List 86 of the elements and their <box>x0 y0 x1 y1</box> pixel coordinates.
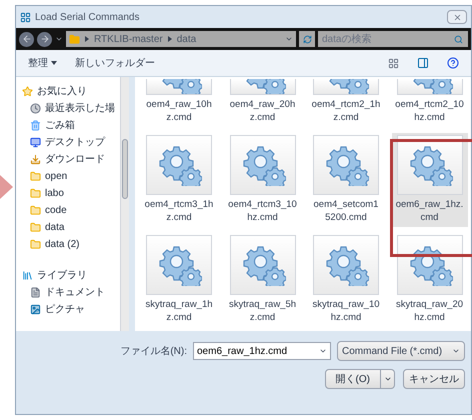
star-icon <box>22 86 33 97</box>
trash-icon <box>30 120 41 131</box>
sidebar-item[interactable]: code <box>16 202 120 219</box>
file-name: oem4_rtcm3_10hz.cmd <box>228 198 298 224</box>
view-icon[interactable] <box>388 58 399 68</box>
scrollbar[interactable] <box>120 77 129 331</box>
sidebar-item[interactable]: labo <box>16 185 120 202</box>
file-name: skytraq_raw_1hz.cmd <box>144 298 214 324</box>
download-icon <box>30 154 41 165</box>
file-item[interactable]: oem4_raw_10hz.cmd <box>141 77 217 127</box>
search-field[interactable]: dataの検索 <box>318 31 454 47</box>
file-name: skytraq_raw_20hz.cmd <box>394 298 464 324</box>
caret-icon <box>51 61 57 65</box>
file-name: oem4_setcom15200.cmd <box>312 198 380 224</box>
sidebar-item[interactable]: お気に入り <box>16 83 120 100</box>
folder-icon <box>30 239 41 250</box>
filetype-dropdown[interactable]: Command File (*.cmd) <box>337 341 465 361</box>
file-item[interactable]: skytraq_raw_20hz.cmd <box>392 233 468 327</box>
folder-icon <box>30 222 41 233</box>
open-options-button[interactable] <box>381 369 395 389</box>
monitor-icon <box>30 137 41 148</box>
sidebar-item[interactable]: data (2) <box>16 236 120 253</box>
back-button[interactable] <box>19 32 34 46</box>
file-name: oem4_rtcm3_1hz.cmd <box>144 198 214 224</box>
file-name: oem6_raw_1hz.cmd <box>394 198 464 224</box>
search-icon <box>454 34 463 44</box>
window-title: Load Serial Commands <box>35 10 140 24</box>
file-item[interactable]: skytraq_raw_5hz.cmd <box>224 233 300 327</box>
back-arrow-icon <box>22 34 32 44</box>
document-icon <box>30 287 41 298</box>
file-item[interactable]: skytraq_raw_10hz.cmd <box>308 233 384 327</box>
file-name: oem4_raw_20hz.cmd <box>228 98 296 124</box>
new-folder-button[interactable]: 新しいフォルダー <box>75 56 155 70</box>
sidebar-item[interactable]: ライブラリ <box>16 267 120 284</box>
file-item[interactable]: oem4_rtcm3_1hz.cmd <box>141 133 217 227</box>
chevron-right-icon <box>168 36 172 42</box>
file-name: oem4_raw_10hz.cmd <box>145 98 213 124</box>
clock-icon <box>30 103 41 114</box>
file-name: skytraq_raw_10hz.cmd <box>311 298 381 324</box>
file-name: oem4_rtcm2_10hz.cmd <box>394 98 464 124</box>
file-item[interactable]: oem4_rtcm3_10hz.cmd <box>224 133 300 227</box>
arrow-pointer-icon <box>0 175 13 199</box>
open-button[interactable]: 開く(O) <box>324 369 381 389</box>
caret-icon[interactable] <box>319 347 327 355</box>
app-icon <box>20 12 31 22</box>
sidebar-item[interactable]: open <box>16 168 120 185</box>
caret-icon <box>452 347 460 355</box>
scrollbar-thumb[interactable] <box>122 139 128 199</box>
image-icon <box>30 304 41 315</box>
organize-button[interactable]: 整理 <box>28 56 57 70</box>
file-item[interactable]: oem4_rtcm2_10hz.cmd <box>392 77 468 127</box>
refresh-button[interactable] <box>299 31 315 47</box>
file-name: oem4_rtcm2_1hz.cmd <box>311 98 381 124</box>
sidebar-item[interactable]: ごみ箱 <box>16 117 120 134</box>
folder-icon <box>69 34 80 44</box>
forward-arrow-icon <box>40 34 50 44</box>
file-item[interactable]: oem6_raw_1hz.cmd <box>392 133 468 227</box>
folder-icon <box>30 171 41 182</box>
folder-icon <box>30 205 41 216</box>
sidebar-item[interactable]: ドキュメント <box>16 284 120 301</box>
file-item[interactable]: oem4_setcom15200.cmd <box>308 133 384 227</box>
library-icon <box>22 270 33 281</box>
file-item[interactable]: oem4_rtcm2_1hz.cmd <box>308 77 384 127</box>
caret-icon <box>384 375 392 383</box>
close-icon <box>452 12 462 22</box>
forward-button[interactable] <box>37 32 52 46</box>
sidebar-item[interactable]: ダウンロード <box>16 151 120 168</box>
chevron-right-icon <box>85 36 89 42</box>
help-icon[interactable] <box>447 57 459 69</box>
preview-pane-icon[interactable] <box>417 57 429 69</box>
search-button[interactable] <box>454 31 468 47</box>
folder-icon <box>30 188 41 199</box>
file-name: skytraq_raw_5hz.cmd <box>228 298 298 324</box>
sidebar-item[interactable]: デスクトップ <box>16 134 120 151</box>
filename-input[interactable]: oem6_raw_1hz.cmd <box>197 344 317 358</box>
caret-icon[interactable] <box>285 35 293 43</box>
sidebar-item[interactable]: 最近表示した場 <box>16 100 120 117</box>
filename-label: ファイル名(N): <box>120 344 187 358</box>
sidebar-item[interactable]: data <box>16 219 120 236</box>
file-item[interactable]: oem4_raw_20hz.cmd <box>224 77 300 127</box>
sidebar-item[interactable]: ピクチャ <box>16 301 120 318</box>
caret-icon[interactable] <box>55 35 63 43</box>
file-item[interactable]: skytraq_raw_1hz.cmd <box>141 233 217 327</box>
cancel-button[interactable]: キャンセル <box>403 369 465 389</box>
filename-field[interactable]: oem6_raw_1hz.cmd <box>193 342 331 360</box>
refresh-icon <box>302 34 312 44</box>
